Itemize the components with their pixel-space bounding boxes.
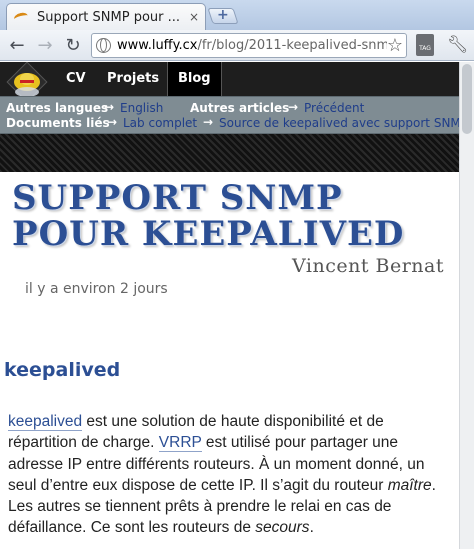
back-arrow-icon: ← [9,34,25,56]
close-tab-icon[interactable]: × [189,10,199,24]
article-author: Vincent Bernat [292,255,444,277]
vrrp-link[interactable]: VRRP [158,434,202,453]
forward-button[interactable]: → [34,34,56,56]
tab-title: Support SNMP pour ... [37,9,181,25]
section-heading: keepalived [4,359,121,381]
keepalived-source-link[interactable]: Source de keepalived avec support SNMP [219,116,468,130]
wrench-menu-icon[interactable]: 🔧︎ [447,35,469,55]
forward-arrow-icon: → [37,34,53,56]
article-title: SUPPORT SNMP POUR KEEPALIVED [12,178,405,254]
other-languages-label: Autres langues [6,101,109,115]
globe-icon [96,38,111,53]
nav-item-blog[interactable]: Blog [167,62,222,96]
url-text[interactable]: www.luffy.cx/fr/blog/2011-keepalived-snm… [117,38,387,53]
site-navigation: CV Projets Blog [0,62,459,103]
arrow-icon: → [107,115,118,129]
arrow-icon: → [104,100,115,114]
previous-article-link[interactable]: Précédent [304,101,364,115]
url-host: www.luffy.cx [117,38,198,53]
address-bar[interactable]: www.luffy.cx/fr/blog/2011-keepalived-snm… [91,33,407,58]
page-viewport: CV Projets Blog Autres langues → English… [0,62,474,549]
nav-item-cv[interactable]: CV [56,62,96,96]
vertical-scrollbar[interactable] [459,62,474,549]
keepalived-link[interactable]: keepalived [8,413,83,431]
reload-button[interactable]: ↻ [62,34,84,56]
url-path: /fr/blog/2011-keepalived-snmp [197,38,387,53]
arrow-icon: → [288,100,299,114]
arrow-icon: → [203,115,214,129]
site-favicon-icon [13,9,29,25]
paragraph-emphasis: secours [255,519,310,537]
other-articles-label: Autres articles [190,101,290,115]
nav-item-projets[interactable]: Projets [97,62,169,96]
scrollbar-thumb[interactable] [462,64,472,134]
paragraph-emphasis: maître [387,476,432,494]
reload-icon: ↻ [65,34,81,56]
tag-extension-icon[interactable]: TAG [416,34,434,56]
browser-tab[interactable]: Support SNMP pour ... × [6,3,206,30]
article-meta-bar: Autres langues → English Autres articles… [0,96,468,134]
tab-strip: Support SNMP pour ... × + [0,0,474,30]
plus-icon: + [216,7,229,23]
new-tab-button[interactable]: + [207,7,239,24]
browser-toolbar: ← → ↻ www.luffy.cx/fr/blog/2011-keepaliv… [0,30,474,61]
article-paragraph: keepalived est une solution de haute dis… [8,411,454,539]
lab-complet-link[interactable]: Lab complet [123,116,197,130]
bookmark-star-icon[interactable]: ☆ [387,35,403,56]
decorative-banner [0,134,459,172]
back-button[interactable]: ← [6,34,28,56]
article-date: il y a environ 2 jours [25,281,168,297]
english-link[interactable]: English [120,101,163,115]
paragraph-text: . [309,519,314,537]
related-documents-label: Documents liés [6,116,110,130]
